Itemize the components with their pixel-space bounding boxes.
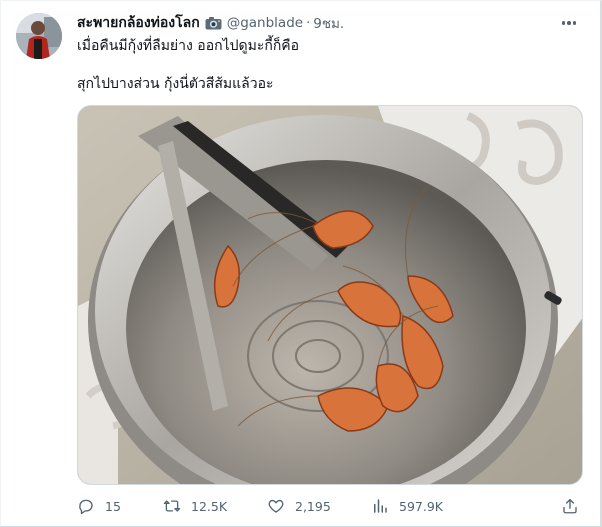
like-count: 2,195	[295, 498, 331, 514]
tweet-text-line-2: สุกไปบางส่วน กุ้งนี่ตัวสีส้มแล้วอะ	[77, 76, 274, 92]
share-button[interactable]	[561, 495, 579, 517]
reply-count: 15	[105, 498, 121, 514]
tweet-card: สะพายกล้องท่องโลก @ganblade · 9ชม. เมื่อ…	[0, 0, 602, 527]
views-button[interactable]: 597.9K	[371, 495, 443, 517]
share-upload-icon	[561, 497, 579, 515]
tweet-text-line-1: เมื่อคืนมีกุ้งที่ลืมย่าง ออกไปดูมะกี้ก็ค…	[77, 38, 300, 54]
camera-icon	[205, 15, 223, 31]
tweet-header: สะพายกล้องท่องโลก @ganblade · 9ชม.	[77, 13, 344, 33]
more-horizontal-icon[interactable]	[558, 13, 580, 33]
like-button[interactable]: 2,195	[267, 495, 331, 517]
avatar[interactable]	[16, 13, 62, 59]
tweet-actions: 15 12.5K 2,195 597.9K	[77, 495, 583, 517]
views-count: 597.9K	[399, 498, 443, 514]
reply-button[interactable]: 15	[77, 495, 121, 517]
retweet-count: 12.5K	[191, 498, 228, 514]
separator-dot: ·	[306, 15, 311, 31]
like-heart-icon	[267, 497, 285, 515]
retweet-icon	[163, 497, 181, 515]
handle[interactable]: @ganblade	[227, 15, 303, 31]
display-name[interactable]: สะพายกล้องท่องโลก	[77, 12, 200, 34]
reply-icon	[77, 497, 95, 515]
retweet-button[interactable]: 12.5K	[163, 495, 227, 517]
timestamp[interactable]: 9ชม.	[313, 12, 344, 34]
views-bar-chart-icon	[371, 497, 389, 515]
tweet-photo[interactable]	[77, 105, 583, 485]
